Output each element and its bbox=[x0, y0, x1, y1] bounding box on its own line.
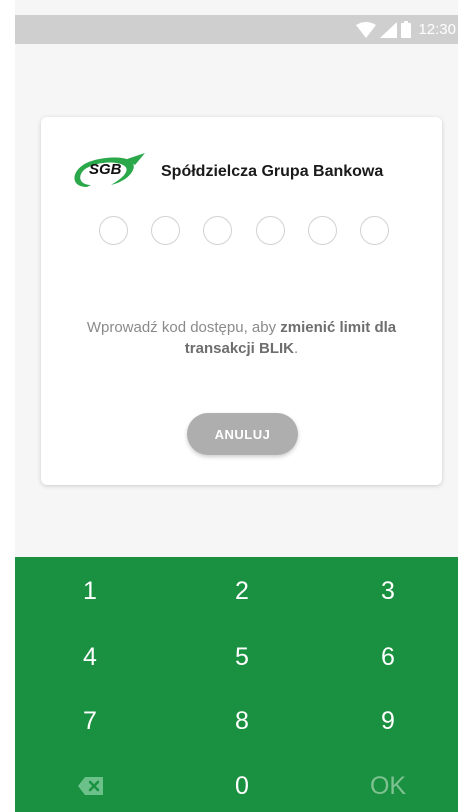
logo-text: SGB bbox=[89, 161, 122, 178]
key-5[interactable]: 5 bbox=[172, 625, 312, 689]
key-4[interactable]: 4 bbox=[20, 625, 160, 689]
instruction-bold2: transakcji BLIK bbox=[184, 340, 295, 357]
numeric-keypad: 1 2 3 4 5 6 7 8 9 0 OK bbox=[15, 557, 458, 812]
key-8[interactable]: 8 bbox=[172, 689, 312, 753]
key-1[interactable]: 1 bbox=[20, 559, 160, 623]
status-time: 12:30 bbox=[418, 21, 456, 38]
pin-dot bbox=[359, 216, 389, 245]
bank-name: Spółdzielcza Grupa Bankowa bbox=[161, 163, 384, 180]
instruction-part2: . bbox=[294, 340, 299, 357]
key-2[interactable]: 2 bbox=[172, 559, 312, 623]
pin-dot bbox=[255, 216, 285, 245]
signal-icon bbox=[380, 21, 398, 38]
status-bar: 12:30 bbox=[15, 15, 458, 44]
cancel-button[interactable]: ANULUJ bbox=[187, 413, 298, 455]
wifi-icon bbox=[356, 21, 377, 38]
battery-icon bbox=[401, 21, 412, 38]
pin-dots bbox=[99, 216, 389, 246]
key-6[interactable]: 6 bbox=[318, 625, 458, 689]
key-0[interactable]: 0 bbox=[172, 754, 312, 812]
key-3[interactable]: 3 bbox=[318, 559, 458, 623]
frame-left bbox=[0, 0, 15, 812]
pin-dot bbox=[203, 216, 233, 245]
pin-dot bbox=[151, 216, 181, 245]
instruction-text: Wprowadź kod dostępu, aby zmienić limit … bbox=[53, 317, 430, 359]
key-backspace[interactable] bbox=[20, 754, 160, 812]
instruction-part1: Wprowadź kod dostępu, aby bbox=[86, 319, 281, 336]
instruction-bold1: zmienić limit dla bbox=[280, 319, 397, 336]
key-9[interactable]: 9 bbox=[318, 689, 458, 753]
pin-dot bbox=[99, 216, 128, 245]
key-ok[interactable]: OK bbox=[318, 754, 458, 812]
pin-card: SGB Spółdzielcza Grupa Bankowa Wprowadź … bbox=[41, 117, 442, 485]
phone-screen: 12:30 SGB Spółdzielcza Grupa Bankowa Wpr… bbox=[15, 0, 458, 812]
key-7[interactable]: 7 bbox=[20, 689, 160, 753]
backspace-icon bbox=[77, 777, 103, 795]
pin-dot bbox=[307, 216, 337, 245]
status-icons: 12:30 bbox=[356, 15, 456, 44]
